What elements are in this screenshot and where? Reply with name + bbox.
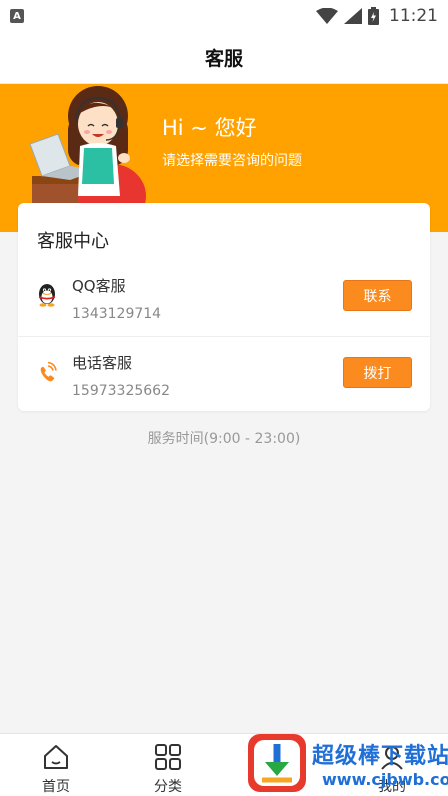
watermark-text: 超级棒下载站 bbox=[312, 744, 448, 769]
clock: 11:21 bbox=[389, 6, 438, 26]
service-center-card: 客服中心 QQ客服 1343129714 联系 电话客服 15973325662… bbox=[18, 203, 430, 411]
phone-icon bbox=[40, 361, 57, 382]
list-item-phone-service: 电话客服 15973325662 拨打 bbox=[18, 338, 430, 414]
status-bar: A 11:21 bbox=[0, 0, 448, 32]
phone-service-label: 电话客服 bbox=[72, 354, 133, 372]
nav-item-category[interactable]: 分类 bbox=[112, 734, 224, 796]
qq-penguin-icon bbox=[39, 284, 55, 307]
home-icon bbox=[44, 745, 68, 769]
category-grid-icon bbox=[155, 744, 181, 770]
watermark-url: www.cjbwb.com bbox=[322, 770, 448, 789]
nav-label-home: 首页 bbox=[42, 779, 70, 795]
banner-greeting: Hi ~ 您好 bbox=[162, 116, 257, 140]
signal-icon bbox=[344, 8, 362, 24]
app-notification-icon: A bbox=[10, 9, 24, 23]
dial-button[interactable]: 拨打 bbox=[343, 357, 412, 388]
wifi-icon bbox=[316, 8, 338, 24]
phone-number: 15973325662 bbox=[72, 383, 170, 399]
title-bar: 客服 bbox=[0, 32, 448, 84]
battery-icon bbox=[368, 7, 379, 25]
watermark: 超级棒下载站 www.cjbwb.com bbox=[246, 730, 448, 796]
banner-subtitle: 请选择需要咨询的问题 bbox=[162, 153, 302, 169]
service-hours: 服务时间(9:00 - 23:00) bbox=[147, 431, 301, 447]
status-icons: 11:21 bbox=[316, 6, 438, 26]
card-title: 客服中心 bbox=[37, 231, 109, 252]
nav-label-category: 分类 bbox=[154, 779, 182, 795]
qq-number: 1343129714 bbox=[72, 306, 162, 322]
contact-button[interactable]: 联系 bbox=[343, 280, 412, 311]
nav-item-home[interactable]: 首页 bbox=[0, 734, 112, 796]
list-item-qq-service: QQ客服 1343129714 联系 bbox=[18, 261, 430, 337]
qq-service-label: QQ客服 bbox=[72, 277, 126, 295]
download-site-logo-icon bbox=[248, 734, 306, 792]
page-title: 客服 bbox=[204, 48, 243, 70]
